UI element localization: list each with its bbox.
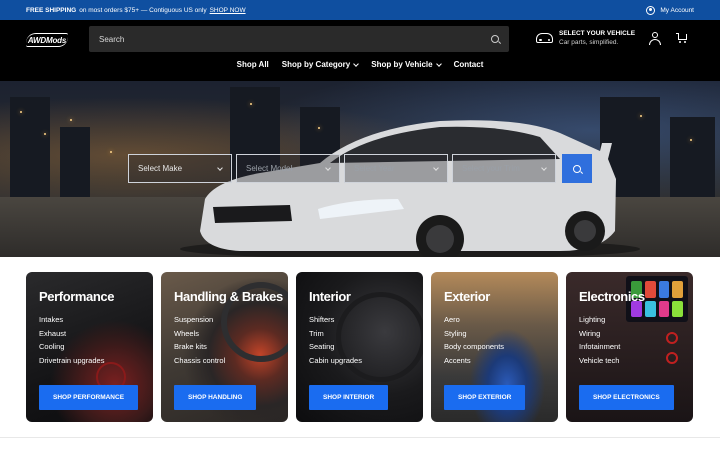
- category-title: Exterior: [444, 289, 490, 304]
- shop-handling-button[interactable]: SHOP HANDLING: [174, 385, 257, 410]
- shop-now-link[interactable]: SHOP NOW: [210, 7, 246, 14]
- category-item[interactable]: Cooling: [39, 340, 104, 354]
- category-item[interactable]: Exhaust: [39, 327, 104, 341]
- category-item[interactable]: Suspension: [174, 313, 225, 327]
- main-nav: Shop All Shop by Category Shop by Vehicl…: [0, 60, 720, 69]
- select-vehicle-title: SELECT YOUR VEHICLE: [559, 30, 636, 37]
- category-card-electronics[interactable]: Electronics Lighting Wiring Infotainment…: [566, 272, 693, 422]
- category-item[interactable]: Lighting: [579, 313, 620, 327]
- category-item[interactable]: Aero: [444, 313, 504, 327]
- chevron-down-icon: [217, 164, 223, 171]
- free-shipping-label: FREE SHIPPING: [26, 6, 77, 14]
- nav-shop-by-vehicle[interactable]: Shop by Vehicle: [371, 60, 442, 69]
- shop-electronics-button[interactable]: SHOP ELECTRONICS: [579, 385, 674, 410]
- category-item[interactable]: Shifters: [309, 313, 362, 327]
- vehicle-selector: Select Make Select Model Select Year Sel…: [128, 154, 592, 183]
- car-icon: [536, 33, 553, 43]
- announcement-bar: FREE SHIPPING on most orders $75+ — Cont…: [0, 0, 720, 20]
- category-grid: Performance Intakes Exhaust Cooling Driv…: [26, 272, 693, 422]
- category-item[interactable]: Vehicle tech: [579, 354, 620, 368]
- nav-shop-by-category[interactable]: Shop by Category: [282, 60, 360, 69]
- chevron-down-icon: [325, 164, 331, 171]
- category-item[interactable]: Trim: [309, 327, 362, 341]
- search-bar[interactable]: [89, 26, 509, 52]
- category-item[interactable]: Drivetrain upgrades: [39, 354, 104, 368]
- category-title: Electronics: [579, 289, 645, 304]
- cart-icon[interactable]: [676, 33, 688, 43]
- category-item[interactable]: Brake kits: [174, 340, 225, 354]
- category-title: Interior: [309, 289, 351, 304]
- category-title: Handling & Brakes: [174, 289, 283, 304]
- category-item[interactable]: Body components: [444, 340, 504, 354]
- search-icon[interactable]: [491, 35, 499, 43]
- divider: [0, 437, 720, 438]
- account-icon: [646, 5, 656, 15]
- search-input[interactable]: [99, 34, 491, 44]
- category-item[interactable]: Chassis control: [174, 354, 225, 368]
- my-account-link[interactable]: My Account: [646, 0, 694, 20]
- vehicle-search-button[interactable]: [562, 154, 592, 183]
- select-trim[interactable]: Select your Trim: [452, 154, 556, 183]
- chevron-down-icon: [435, 60, 442, 67]
- shop-performance-button[interactable]: SHOP PERFORMANCE: [39, 385, 139, 410]
- hero-banner: Select Make Select Model Select Year Sel…: [0, 81, 720, 257]
- chevron-down-icon: [353, 60, 360, 67]
- user-icon[interactable]: [649, 32, 661, 45]
- select-make[interactable]: Select Make: [128, 154, 232, 183]
- nav-shop-all[interactable]: Shop All: [237, 60, 269, 69]
- category-item[interactable]: Intakes: [39, 313, 104, 327]
- nav-contact[interactable]: Contact: [454, 60, 484, 69]
- category-card-handling[interactable]: Handling & Brakes Suspension Wheels Brak…: [161, 272, 288, 422]
- shop-exterior-button[interactable]: SHOP EXTERIOR: [444, 385, 526, 410]
- my-account-label: My Account: [660, 6, 694, 14]
- select-year[interactable]: Select Year: [344, 154, 448, 183]
- category-item[interactable]: Cabin upgrades: [309, 354, 362, 368]
- shipping-text: on most orders $75+ — Contiguous US only: [79, 6, 207, 14]
- category-card-performance[interactable]: Performance Intakes Exhaust Cooling Driv…: [26, 272, 153, 422]
- select-vehicle-button[interactable]: SELECT YOUR VEHICLE Car parts, simplifie…: [536, 30, 635, 46]
- category-item[interactable]: Infotainment: [579, 340, 620, 354]
- search-icon: [573, 164, 581, 173]
- shop-interior-button[interactable]: SHOP INTERIOR: [309, 385, 389, 410]
- category-card-exterior[interactable]: Exterior Aero Styling Body components Ac…: [431, 272, 558, 422]
- site-header: AWDMods SELECT YOUR VEHICLE Car parts, s…: [0, 20, 720, 81]
- site-logo[interactable]: AWDMods: [26, 33, 68, 47]
- category-title: Performance: [39, 289, 115, 304]
- category-item[interactable]: Wiring: [579, 327, 620, 341]
- category-item[interactable]: Accents: [444, 354, 504, 368]
- chevron-down-icon: [433, 164, 439, 171]
- category-item[interactable]: Wheels: [174, 327, 225, 341]
- category-item[interactable]: Styling: [444, 327, 504, 341]
- category-item[interactable]: Seating: [309, 340, 362, 354]
- select-model[interactable]: Select Model: [236, 154, 340, 183]
- chevron-down-icon: [541, 164, 547, 171]
- select-vehicle-subtitle: Car parts, simplified.: [559, 39, 619, 46]
- category-card-interior[interactable]: Interior Shifters Trim Seating Cabin upg…: [296, 272, 423, 422]
